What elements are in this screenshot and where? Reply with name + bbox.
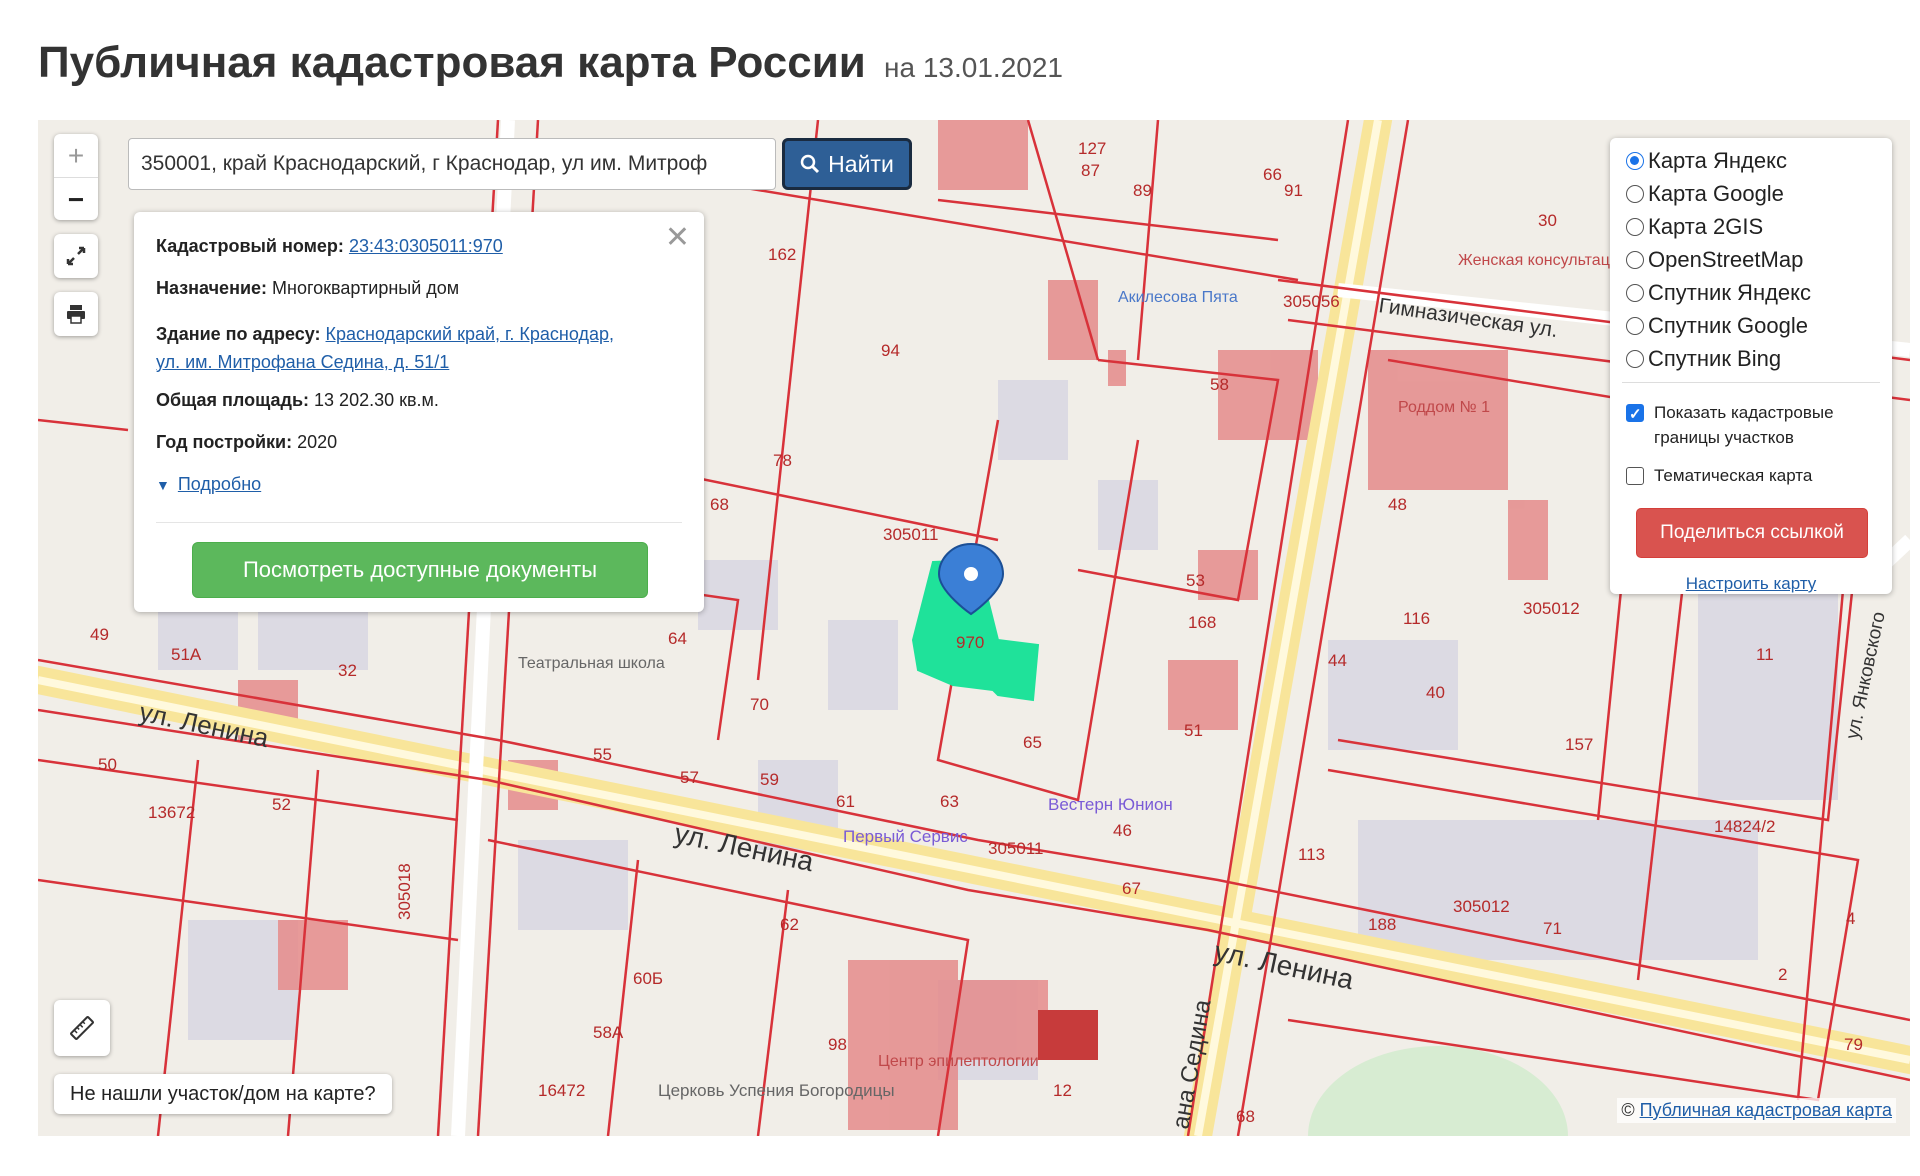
ruler-icon [70, 1016, 94, 1040]
search-bar: Найти [128, 138, 912, 190]
fullscreen-button[interactable] [54, 234, 98, 278]
divider [156, 522, 682, 523]
copyright-link[interactable]: Публичная кадастровая карта [1640, 1100, 1892, 1120]
layer-option[interactable]: Спутник Bing [1626, 346, 1781, 372]
layer-option[interactable]: Спутник Яндекс [1626, 280, 1811, 306]
layer-option-label: Карта 2GIS [1648, 214, 1764, 239]
cadastral-number-row: Кадастровый номер: 23:43:0305011:970 [156, 236, 503, 257]
fullscreen-icon [66, 246, 86, 266]
search-button-label: Найти [828, 150, 894, 177]
layer-radio[interactable] [1626, 317, 1644, 335]
details-toggle[interactable]: ▼ Подробно [156, 474, 261, 495]
ruler-button[interactable] [54, 1000, 110, 1056]
address-link[interactable]: Краснодарский край, г. Краснодар, [326, 324, 614, 344]
layer-option-label: Спутник Google [1648, 313, 1808, 338]
search-button[interactable]: Найти [782, 138, 912, 190]
not-found-button[interactable]: Не нашли участок/дом на карте? [54, 1074, 392, 1114]
print-icon [67, 305, 85, 324]
show-boundaries-text: Показать кадастровые границы участков [1654, 400, 1834, 450]
address-link-line2[interactable]: ул. им. Митрофана Седина, д. 51/1 [156, 352, 449, 372]
area-value: 13 202.30 кв.м. [314, 390, 439, 410]
cadastral-map[interactable]: 305011 305011 305012 305012 305056 30501… [38, 120, 1910, 1136]
search-icon [800, 154, 820, 174]
configure-map-wrap: Настроить карту [1610, 574, 1892, 594]
layer-option-label: Спутник Яндекс [1648, 280, 1812, 305]
show-boundaries-option[interactable]: Показать кадастровые границы участков [1626, 400, 1834, 450]
layer-option[interactable]: Спутник Google [1626, 313, 1808, 339]
cadastral-label: Кадастровый номер: [156, 236, 344, 256]
layer-radio[interactable] [1626, 350, 1644, 368]
layer-option-label: OpenStreetMap [1648, 247, 1804, 272]
purpose-value: Многоквартирный дом [272, 278, 460, 298]
layer-radio[interactable] [1626, 218, 1644, 236]
zoom-out-button[interactable]: − [54, 177, 98, 221]
layer-radio[interactable] [1626, 185, 1644, 203]
close-icon[interactable]: ✕ [665, 220, 690, 255]
area-label: Общая площадь: [156, 390, 310, 410]
show-boundaries-checkbox[interactable] [1626, 402, 1644, 427]
divider [1622, 382, 1880, 383]
layer-switcher: Карта Яндекс Карта Google Карта 2GIS OpenSt… [1610, 138, 1892, 594]
cadastral-number-link[interactable]: 23:43:0305011:970 [349, 236, 503, 256]
layer-radio[interactable] [1626, 251, 1644, 269]
year-value: 2020 [297, 432, 338, 452]
thematic-map-checkbox[interactable] [1626, 467, 1644, 485]
layer-option[interactable]: OpenStreetMap [1626, 247, 1803, 273]
copyright-symbol: © [1621, 1100, 1635, 1120]
year-label: Год постройки: [156, 432, 293, 452]
view-documents-button[interactable]: Посмотреть доступные документы [192, 542, 648, 598]
year-row: Год постройки: 2020 [156, 432, 337, 453]
address-row: Здание по адресу: Краснодарский край, г.… [156, 320, 614, 376]
address-label: Здание по адресу: [156, 324, 321, 344]
layer-option-label: Карта Google [1648, 181, 1784, 206]
page-title-text: Публичная кадастровая карта России [38, 38, 866, 87]
page-title: Публичная кадастровая карта России на 13… [38, 38, 1063, 88]
purpose-row: Назначение: Многоквартирный дом [156, 278, 459, 299]
layer-option-label: Карта Яндекс [1648, 148, 1787, 173]
area-row: Общая площадь: 13 202.30 кв.м. [156, 390, 439, 411]
copyright: © Публичная кадастровая карта [1617, 1098, 1896, 1123]
page-date: на 13.01.2021 [884, 52, 1063, 83]
show-boundaries-label-line2: границы участков [1654, 428, 1794, 447]
caret-down-icon: ▼ [156, 476, 170, 493]
layer-option[interactable]: Карта Google [1626, 181, 1784, 207]
layer-option-label: Спутник Bing [1648, 346, 1782, 371]
configure-map-link[interactable]: Настроить карту [1686, 574, 1817, 593]
show-boundaries-label: Показать кадастровые [1654, 403, 1834, 422]
purpose-label: Назначение: [156, 278, 268, 298]
layer-option[interactable]: Карта Яндекс [1626, 148, 1787, 174]
thematic-map-option[interactable]: Тематическая карта [1626, 466, 1812, 486]
details-link[interactable]: Подробно [178, 474, 261, 495]
zoom-control: + − [54, 134, 98, 220]
layer-radio[interactable] [1626, 284, 1644, 302]
thematic-map-label: Тематическая карта [1654, 466, 1813, 485]
share-link-button[interactable]: Поделиться ссылкой [1636, 508, 1868, 558]
print-button[interactable] [54, 292, 98, 336]
object-info-card: ✕ Кадастровый номер: 23:43:0305011:970 Н… [134, 212, 704, 612]
layer-option[interactable]: Карта 2GIS [1626, 214, 1763, 240]
search-input[interactable] [128, 138, 776, 190]
layer-radio[interactable] [1626, 152, 1644, 170]
zoom-in-button[interactable]: + [54, 134, 98, 177]
